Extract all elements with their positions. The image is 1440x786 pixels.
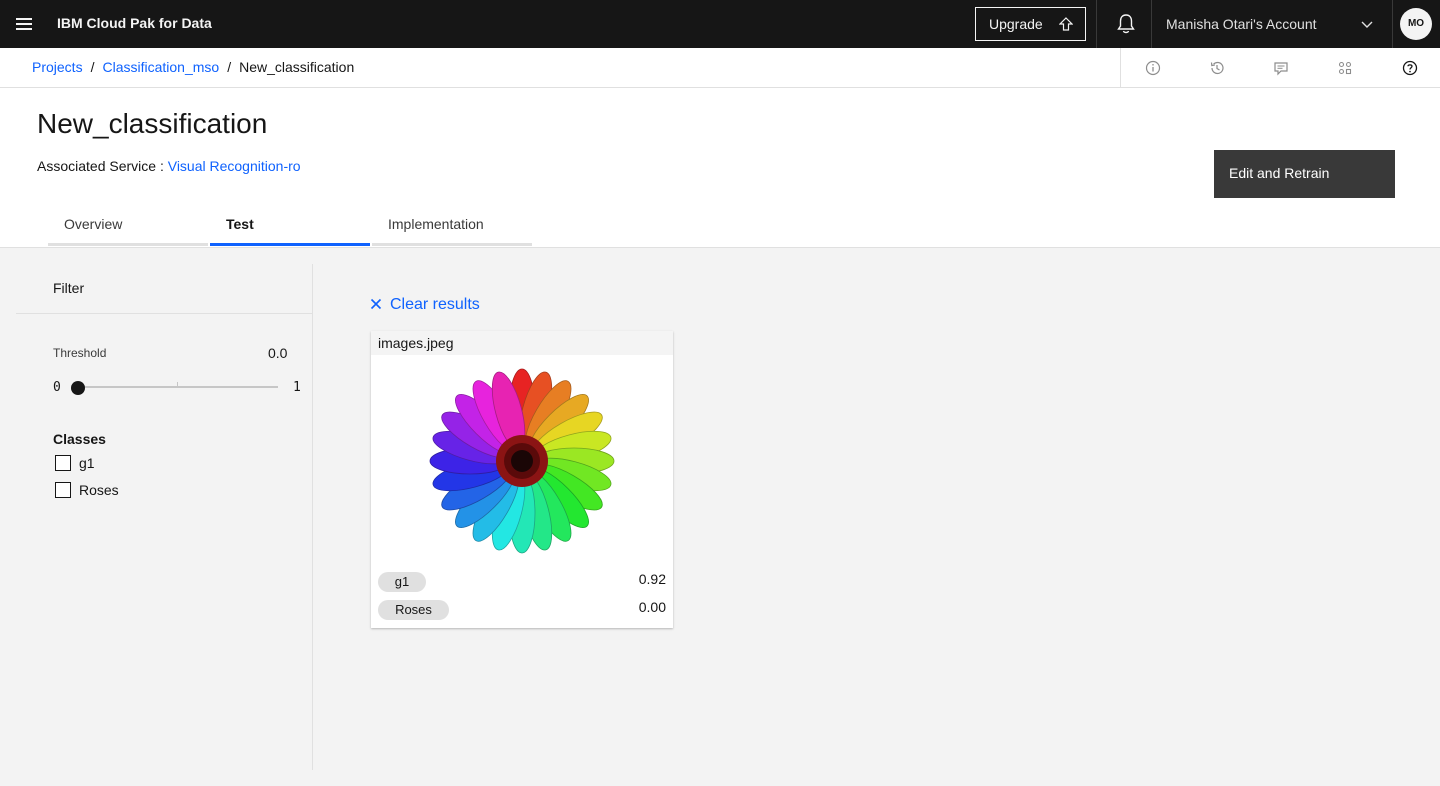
apps-icon[interactable] bbox=[1337, 60, 1353, 76]
service-label: Associated Service : bbox=[37, 158, 164, 174]
breadcrumb-separator: / bbox=[227, 59, 232, 75]
chevron-down-icon[interactable] bbox=[1360, 17, 1374, 31]
toolbar-icons bbox=[1120, 48, 1418, 88]
divider bbox=[16, 313, 312, 314]
breadcrumb-separator: / bbox=[90, 59, 95, 75]
upgrade-button[interactable]: Upgrade bbox=[975, 7, 1086, 41]
result-filename: images.jpeg bbox=[371, 331, 673, 355]
score-roses: 0.00 bbox=[638, 599, 666, 615]
threshold-slider-track[interactable] bbox=[73, 386, 278, 388]
associated-service: Associated Service : Visual Recognition-… bbox=[37, 158, 301, 174]
slider-min-label: 0 bbox=[53, 380, 61, 395]
checkbox[interactable] bbox=[55, 482, 71, 498]
clear-results-button[interactable]: Clear results bbox=[370, 296, 480, 314]
threshold-label: Threshold bbox=[53, 346, 107, 360]
history-icon[interactable] bbox=[1209, 60, 1225, 76]
slider-tick bbox=[177, 382, 178, 386]
breadcrumb-projects[interactable]: Projects bbox=[32, 59, 83, 75]
clear-results-label: Clear results bbox=[390, 296, 480, 313]
class-tag-g1: g1 bbox=[378, 572, 426, 592]
upgrade-label: Upgrade bbox=[989, 16, 1043, 32]
checkbox[interactable] bbox=[55, 455, 71, 471]
header-divider bbox=[1096, 0, 1097, 48]
page-title: New_classification bbox=[37, 108, 268, 139]
breadcrumb-project[interactable]: Classification_mso bbox=[102, 59, 219, 75]
comment-icon[interactable] bbox=[1273, 60, 1289, 76]
score-g1: 0.92 bbox=[638, 571, 666, 587]
class-label: Roses bbox=[79, 482, 119, 498]
threshold-slider-handle[interactable] bbox=[71, 381, 85, 395]
tab-test[interactable]: Test bbox=[210, 204, 370, 246]
upgrade-arrow-icon bbox=[1059, 17, 1073, 31]
header-divider bbox=[1392, 0, 1393, 48]
filter-panel: Filter Threshold 0.0 0 1 Classes g1 Rose… bbox=[16, 264, 313, 770]
result-card: images.jpeg g1 0.92 Roses 0.00 bbox=[371, 331, 673, 628]
tab-overview[interactable]: Overview bbox=[48, 204, 208, 246]
breadcrumb-current: New_classification bbox=[239, 59, 355, 75]
notification-bell-icon[interactable] bbox=[1114, 12, 1138, 36]
tab-implementation[interactable]: Implementation bbox=[372, 204, 532, 246]
header-divider bbox=[1151, 0, 1152, 48]
service-link[interactable]: Visual Recognition-ro bbox=[168, 158, 301, 174]
edit-retrain-button[interactable]: Edit and Retrain bbox=[1214, 150, 1395, 198]
filter-title: Filter bbox=[53, 280, 85, 296]
flower-image bbox=[429, 368, 615, 554]
classes-title: Classes bbox=[53, 431, 106, 447]
brand-name[interactable]: IBM Cloud Pak for Data bbox=[57, 15, 212, 31]
avatar[interactable]: MO bbox=[1400, 8, 1432, 40]
close-icon bbox=[370, 298, 382, 310]
top-header: IBM Cloud Pak for Data Upgrade Manisha O… bbox=[0, 0, 1440, 48]
account-switcher[interactable]: Manisha Otari's Account bbox=[1166, 16, 1317, 32]
help-icon[interactable] bbox=[1402, 60, 1418, 76]
page-header: New_classification Associated Service : … bbox=[0, 88, 1440, 248]
class-tag-roses: Roses bbox=[378, 600, 449, 620]
breadcrumb: Projects / Classification_mso / New_classifi… bbox=[32, 59, 354, 75]
info-icon[interactable] bbox=[1145, 60, 1161, 76]
slider-max-label: 1 bbox=[293, 380, 301, 395]
class-label: g1 bbox=[79, 455, 95, 471]
menu-icon[interactable] bbox=[12, 12, 36, 36]
breadcrumb-bar: Projects / Classification_mso / New_classifi… bbox=[0, 48, 1440, 88]
threshold-value: 0.0 bbox=[268, 345, 288, 361]
